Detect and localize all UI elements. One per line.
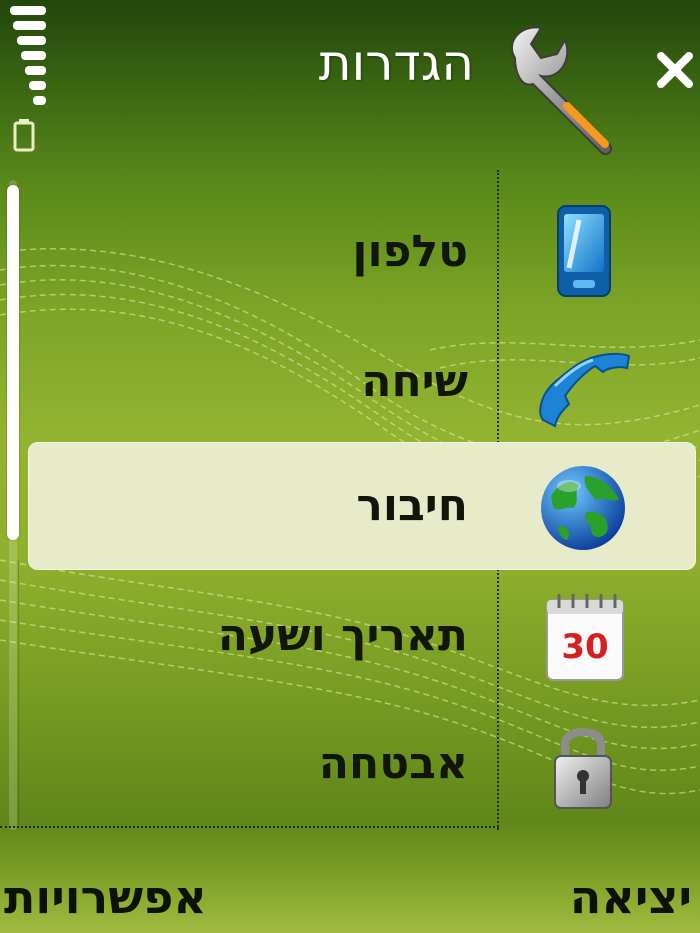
list-item-connectivity[interactable]: חיבור	[28, 442, 696, 570]
exit-softkey[interactable]: יציאה	[570, 870, 692, 924]
scrollbar-thumb[interactable]	[7, 185, 19, 540]
signal-strength-icon	[10, 6, 46, 105]
list-item-label: חיבור	[356, 480, 468, 531]
list-item-phone[interactable]: טלפון	[28, 188, 696, 316]
lock-icon	[554, 728, 612, 809]
battery-icon	[13, 119, 35, 152]
close-icon[interactable]	[655, 50, 695, 90]
left-guide-line	[18, 560, 19, 828]
phone-device-icon	[557, 205, 611, 297]
list-item-label: טלפון	[352, 226, 468, 277]
calendar-icon: 30	[546, 594, 624, 681]
options-softkey[interactable]: אפשרויות	[4, 870, 207, 924]
calendar-day-number: 30	[561, 627, 608, 667]
wrench-icon	[511, 26, 613, 156]
globe-icon	[541, 466, 625, 550]
page-title: הגדרות	[318, 34, 474, 92]
list-item-label: תאריך ושעה	[217, 610, 468, 661]
list-item-label: שיחה	[361, 356, 468, 407]
list-item-security[interactable]: אבטחה	[28, 700, 696, 828]
list-item-date-time[interactable]: 30 תאריך ושעה	[28, 572, 696, 700]
list-item-label: אבטחה	[318, 738, 468, 789]
list-item-call[interactable]: שיחה	[28, 318, 696, 446]
call-handset-icon	[539, 352, 631, 428]
